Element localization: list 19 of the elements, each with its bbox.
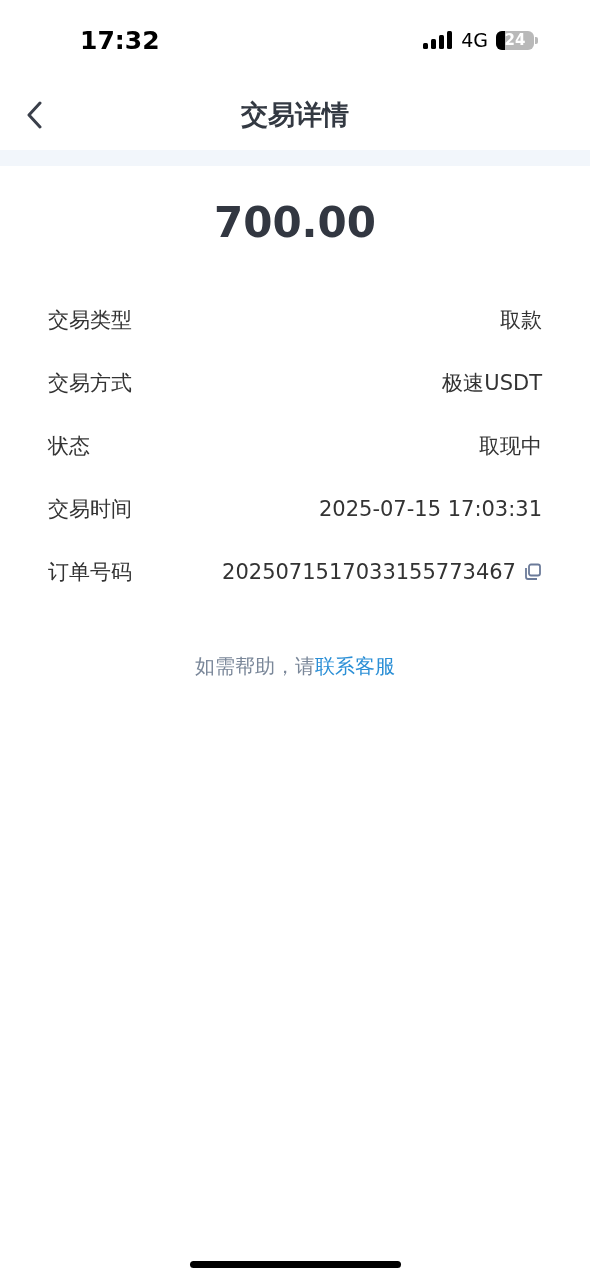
amount: 700.00: [212, 198, 378, 248]
detail-label: 交易方式: [48, 369, 132, 397]
detail-label: 交易时间: [48, 495, 132, 523]
detail-label: 状态: [48, 432, 90, 460]
detail-value: 2025071517033155773467: [222, 559, 516, 584]
signal-icon: [423, 31, 454, 49]
status-time: 17:32: [80, 25, 160, 55]
back-icon[interactable]: [26, 101, 42, 129]
copy-icon[interactable]: [524, 562, 542, 581]
detail-value: 极速USDT: [442, 369, 542, 397]
detail-label: 订单号码: [48, 558, 132, 586]
detail-value: 取现中: [479, 432, 542, 460]
contact-support-link[interactable]: 联系客服: [315, 654, 395, 678]
page-title: 交易详情: [241, 98, 349, 132]
detail-value: 2025-07-15 17:03:31: [318, 496, 542, 521]
network-label: 4G: [461, 29, 488, 51]
help-text: 如需帮助，请联系客服: [194, 653, 396, 680]
detail-value: 取款: [500, 306, 542, 334]
detail-label: 交易类型: [48, 306, 132, 334]
